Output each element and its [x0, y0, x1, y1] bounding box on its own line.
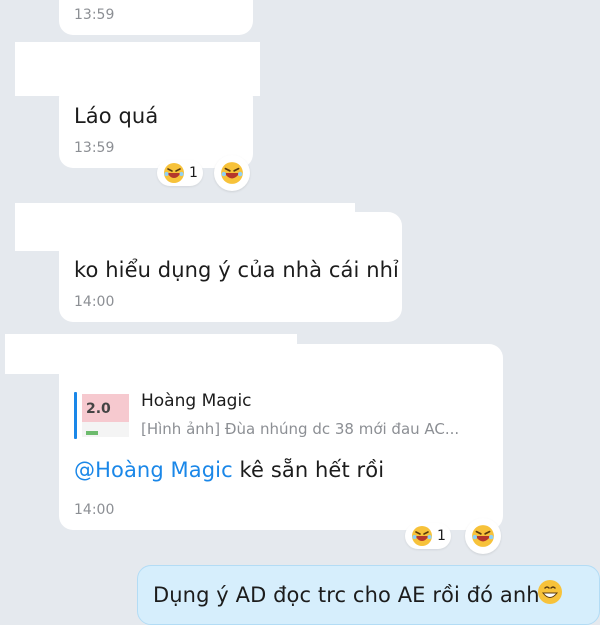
message-bubble[interactable]: 2.0 Hoàng Magic [Hình ảnh] Đùa nhúng dc …	[59, 344, 503, 530]
message-time: 14:00	[74, 502, 115, 518]
reaction-count: 1	[189, 165, 198, 181]
quote-preview: [Hình ảnh] Đùa nhúng dc 38 mới đau AC...	[141, 420, 460, 438]
reaction-count-pill[interactable]: 1	[157, 160, 203, 186]
message-time: 14:00	[74, 294, 115, 310]
message-bubble[interactable]: 13:59	[59, 0, 253, 35]
quote-author: Hoàng Magic	[141, 391, 252, 411]
grinning-face-icon	[538, 580, 562, 604]
message-bubble[interactable]: Láo quá 13:59	[59, 84, 253, 168]
reaction-count-pill[interactable]: 1	[405, 523, 451, 549]
add-reaction-button[interactable]	[465, 518, 501, 554]
laughing-face-icon	[412, 526, 432, 546]
message-text: Láo quá	[74, 104, 159, 128]
message-text: ko hiểu dụng ý của nhà cái nhỉ	[74, 258, 399, 282]
laughing-face-icon	[221, 162, 243, 184]
quote-thumbnail-text: 2.0	[86, 401, 111, 417]
message-bubble[interactable]: ko hiểu dụng ý của nhà cái nhỉ 14:00	[59, 212, 402, 322]
quote-thumbnail: 2.0	[82, 394, 129, 437]
mention-link[interactable]: @Hoàng Magic	[74, 458, 233, 482]
message-time: 13:59	[74, 7, 115, 23]
message-text-body: kê sẵn hết rồi	[232, 458, 385, 482]
message-text: @Hoàng Magic kê sẵn hết rồi	[74, 458, 384, 482]
quote-bar	[74, 392, 77, 439]
own-message-bubble[interactable]: Dụng ý AD đọc trc cho AE rồi đó anh	[137, 565, 600, 625]
reaction-count: 1	[437, 528, 446, 544]
own-message-text: Dụng ý AD đọc trc cho AE rồi đó anh	[153, 583, 540, 607]
add-reaction-button[interactable]	[214, 155, 250, 191]
message-time: 13:59	[74, 140, 115, 156]
laughing-face-icon	[164, 163, 184, 183]
laughing-face-icon	[472, 525, 494, 547]
